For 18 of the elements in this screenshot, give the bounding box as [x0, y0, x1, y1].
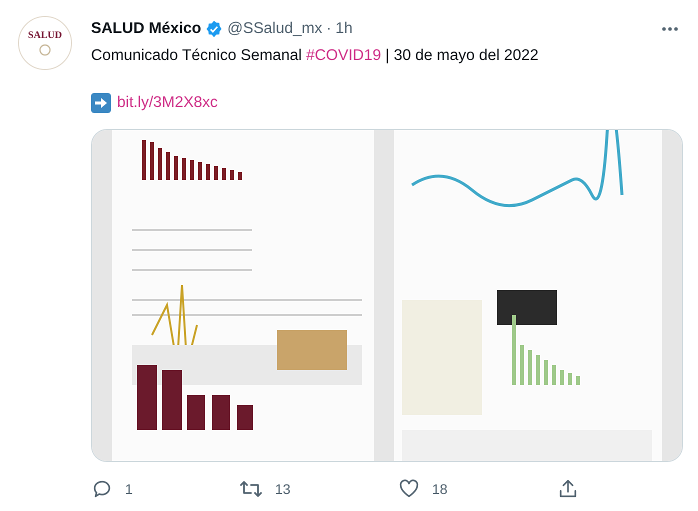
reply-count: 1 — [125, 481, 133, 497]
separator-dot: · — [326, 20, 332, 38]
emblem-icon — [39, 44, 51, 56]
author-handle[interactable]: @SSalud_mx — [227, 20, 322, 38]
retweet-count: 13 — [275, 481, 291, 497]
author-name[interactable]: SALUD México — [91, 20, 202, 38]
avatar-logo-text: SALUD — [28, 30, 62, 41]
tweet-text: Comunicado Técnico Semanal #COVID19 | 30 de mayo del 2022 — [91, 46, 540, 66]
post-time[interactable]: 1h — [335, 20, 353, 38]
like-count: 18 — [432, 481, 448, 497]
retweet-icon[interactable] — [239, 478, 263, 500]
more-icon[interactable] — [661, 26, 679, 32]
avatar[interactable]: SALUD — [18, 16, 72, 70]
hashtag-link[interactable]: #COVID19 — [306, 47, 382, 64]
reply-icon[interactable] — [91, 478, 113, 500]
share-icon[interactable] — [557, 478, 579, 500]
short-link[interactable]: bit.ly/3M2X8xc — [117, 94, 218, 112]
heart-icon[interactable] — [398, 478, 420, 500]
